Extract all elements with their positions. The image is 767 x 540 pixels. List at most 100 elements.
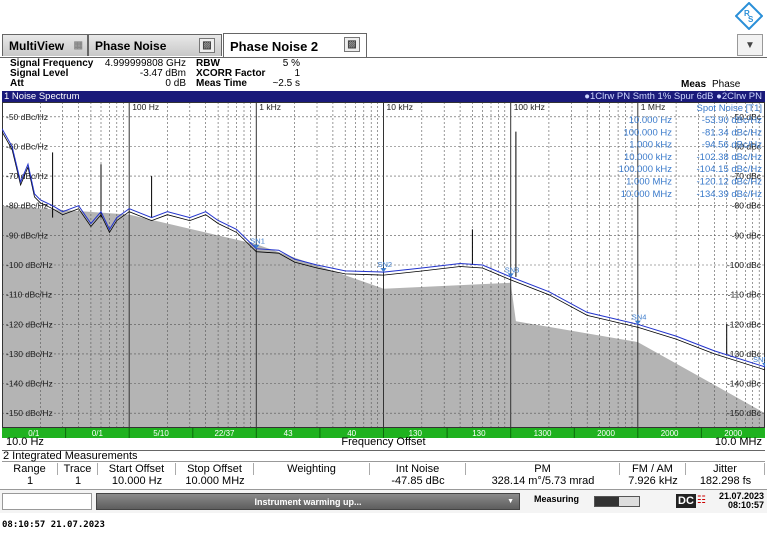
- y-tick-label-right: -140 dBc: [727, 379, 762, 389]
- spot-noise-value: -120.12 dBc/Hz: [697, 177, 763, 188]
- y-tick-label: -80 dBc/Hz: [6, 201, 48, 211]
- table-header: FM / AM: [620, 463, 686, 475]
- tab-label: MultiView: [9, 38, 65, 53]
- status-message[interactable]: Instrument warming up... ▼: [96, 493, 520, 510]
- phase-noise-screen: MultiView ▦ Phase Noise ▨ Phase Noise 2 …: [0, 0, 767, 540]
- x-stop-label: 10.0 MHz: [714, 436, 762, 448]
- marker-label: SN3: [505, 265, 520, 274]
- table-header: Weighting: [254, 463, 370, 475]
- footer-timestamp: 08:10:57 21.07.2023: [2, 520, 105, 530]
- meas-label: Meas: [681, 79, 707, 90]
- table-cell: 182.298 fs: [699, 475, 752, 487]
- status-time: 08:10:57: [727, 500, 764, 510]
- table-cell: 10.000 Hz: [111, 475, 163, 487]
- y-tick-label-right: -90 dBc: [732, 230, 762, 240]
- y-tick-label: -130 dBc/Hz: [6, 349, 53, 359]
- meas-time-value: ~2.5 s: [272, 78, 300, 89]
- decade-label: 10 kHz: [387, 102, 413, 112]
- spot-noise-value: -81.34 dBc/Hz: [702, 127, 762, 138]
- status-message-text: Instrument warming up...: [254, 497, 362, 507]
- network-icon: ☷: [697, 495, 706, 506]
- spot-noise-offset: 10.000 kHz: [624, 152, 672, 163]
- close-icon[interactable]: ▨: [199, 38, 215, 53]
- table-cell: [254, 475, 370, 487]
- x-axis-title: Frequency Offset: [341, 436, 426, 448]
- tab-phase-noise[interactable]: Phase Noise ▨: [88, 34, 222, 56]
- diagram-title: 1 Noise Spectrum: [4, 91, 80, 102]
- y-tick-label: -150 dBc/Hz: [6, 408, 53, 418]
- table-cell: 10.000 MHz: [185, 475, 245, 487]
- table-cell: 328.14 m°/5.73 mrad: [491, 475, 595, 487]
- y-tick-label: -90 dBc/Hz: [6, 230, 48, 240]
- marker-label: SN1: [250, 237, 265, 246]
- spot-noise-value: -102.38 dBc/Hz: [697, 152, 763, 163]
- measurement-info: Signal Frequency 4.999999808 GHz Signal …: [0, 57, 767, 100]
- marker-label: SN2: [378, 260, 393, 269]
- spot-noise-value: -94.56 dBc/Hz: [702, 140, 762, 151]
- integrated-measurements-title[interactable]: 2 Integrated Measurements: [2, 450, 765, 462]
- integrated-measurements-table: Range Trace Start Offset Stop Offset Weighti…: [2, 463, 765, 487]
- spot-noise-offset: 10.000 MHz: [621, 189, 672, 200]
- close-icon[interactable]: ▨: [344, 37, 360, 52]
- y-tick-label-right: -150 dBc: [727, 408, 762, 418]
- y-tick-label: -100 dBc/Hz: [6, 260, 53, 270]
- measuring-label: Measuring: [534, 494, 580, 504]
- y-tick-label-right: -100 dBc: [727, 260, 762, 270]
- spot-noise-value: -104.15 dBc/Hz: [697, 164, 763, 175]
- trace-info: ●1Clrw PN Smth 1% Spur 6dB ●2Clrw PN: [584, 91, 762, 102]
- grid-icon: ▦: [73, 40, 83, 51]
- y-tick-label: -110 dBc/Hz: [6, 290, 52, 300]
- spot-noise-value: -53.90 dBc/Hz: [702, 115, 762, 126]
- progress-fill: [595, 497, 620, 506]
- tab-multiview[interactable]: MultiView ▦: [2, 34, 88, 56]
- spot-noise-offset: 100.000 kHz: [619, 164, 673, 175]
- svg-text:S: S: [748, 15, 754, 24]
- spot-noise-offset: 100.000 Hz: [623, 127, 672, 138]
- noise-spectrum-plot[interactable]: -50 dBc/Hz-60 dBc/Hz-70 dBc/Hz-80 dBc/Hz…: [2, 102, 765, 438]
- decade-label: 100 kHz: [514, 102, 545, 112]
- y-tick-label: -140 dBc/Hz: [6, 379, 53, 389]
- table-header: Start Offset: [98, 463, 176, 475]
- diagram-title-bar[interactable]: 1 Noise Spectrum ●1Clrw PN Smth 1% Spur …: [2, 91, 765, 102]
- table-cell: 1: [74, 475, 82, 487]
- meas-time-label: Meas Time: [196, 78, 247, 89]
- y-tick-label: -70 dBc/Hz: [6, 171, 48, 181]
- spot-noise-offset: 10.000 Hz: [629, 115, 673, 126]
- table-cell: 1: [26, 475, 34, 487]
- marker-label: SN4: [632, 313, 647, 322]
- decade-label: 1 kHz: [259, 102, 281, 112]
- spot-noise-title: Spot Noise [T1]: [697, 103, 762, 114]
- y-tick-label-right: -110 dBc: [728, 290, 762, 300]
- table-header: Stop Offset: [176, 463, 254, 475]
- tab-label: Phase Noise: [95, 38, 167, 53]
- table-cell: -47.85 dBc: [391, 475, 445, 487]
- table-header: Trace: [58, 463, 98, 475]
- measuring-progress: [594, 496, 640, 507]
- table-header: Range: [2, 463, 58, 475]
- decade-label: 100 Hz: [132, 102, 159, 112]
- command-input[interactable]: [2, 493, 92, 510]
- rs-logo-icon: R S: [735, 2, 763, 30]
- chevron-down-icon[interactable]: ▼: [737, 34, 763, 56]
- decade-label: 1 MHz: [641, 102, 666, 112]
- status-bar: Instrument warming up... ▼ Measuring DC …: [0, 489, 767, 513]
- spot-noise-offset: 1.000 MHz: [626, 177, 672, 188]
- marker-label: SN5: [753, 355, 765, 364]
- att-value: 0 dB: [165, 78, 186, 89]
- tab-bar: MultiView ▦ Phase Noise ▨ Phase Noise 2 …: [0, 0, 767, 58]
- x-axis-footer: 10.0 Hz Frequency Offset 10.0 MHz: [2, 436, 765, 448]
- dc-coupling-badge[interactable]: DC: [676, 494, 696, 508]
- spot-noise-offset: 1.000 kHz: [629, 140, 672, 151]
- tab-label: Phase Noise 2: [230, 38, 319, 54]
- spot-noise-value: -134.39 dBc/Hz: [697, 189, 763, 200]
- table-header: Jitter: [686, 463, 765, 475]
- status-datetime: 21.07.2023 08:10:57: [712, 492, 764, 510]
- y-tick-label: -50 dBc/Hz: [6, 112, 48, 122]
- table-header: Int Noise: [370, 463, 466, 475]
- y-tick-label: -120 dBc/Hz: [6, 319, 53, 329]
- table-cell: 7.926 kHz: [628, 475, 678, 487]
- att-label: Att: [10, 78, 24, 89]
- tab-phase-noise-2[interactable]: Phase Noise 2 ▨: [223, 33, 367, 58]
- chevron-down-icon: ▼: [507, 498, 514, 505]
- table-header: PM: [466, 463, 620, 475]
